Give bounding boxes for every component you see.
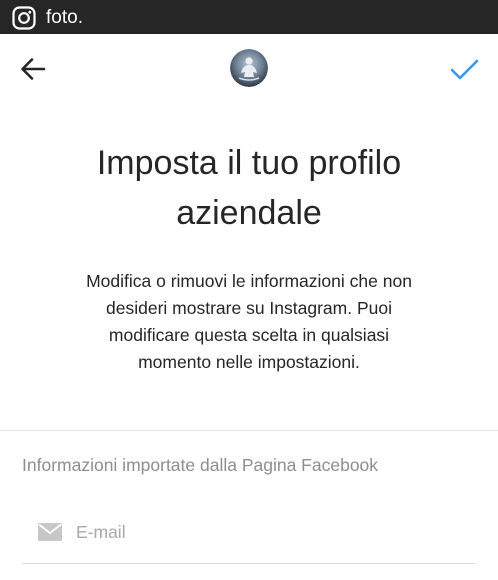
- status-bar: foto.: [0, 0, 498, 34]
- page-title-line-1: Imposta il tuo profilo: [96, 144, 402, 182]
- section-divider: [0, 430, 498, 431]
- instagram-icon: [12, 6, 36, 30]
- imported-info-header: Informazioni importate dalla Pagina Face…: [22, 455, 379, 475]
- description-line-4: momento nelle impostazioni.: [138, 352, 360, 372]
- page-description: Modifica o rimuovi le informazioni che n…: [40, 268, 458, 376]
- page-title: Imposta il tuo profilo aziendale: [40, 138, 458, 238]
- email-input[interactable]: [76, 518, 466, 546]
- description-line-1: Modifica o rimuovi le informazioni che n…: [86, 271, 412, 291]
- arrow-left-icon: [21, 58, 46, 80]
- email-underline: [22, 563, 476, 564]
- email-field-row[interactable]: [22, 512, 476, 564]
- description-line-3: modificare questa scelta in qualsiasi: [108, 325, 390, 345]
- status-caption: foto.: [46, 7, 83, 28]
- description-line-2: desideri mostrare su Instagram. Puoi: [106, 298, 392, 318]
- top-nav-bar: [0, 34, 498, 104]
- checkmark-icon: [450, 59, 479, 80]
- page-title-line-2: aziendale: [176, 194, 322, 232]
- profile-avatar: [230, 49, 268, 87]
- confirm-button[interactable]: [446, 52, 482, 86]
- mail-icon: [38, 523, 62, 541]
- back-button[interactable]: [16, 52, 50, 86]
